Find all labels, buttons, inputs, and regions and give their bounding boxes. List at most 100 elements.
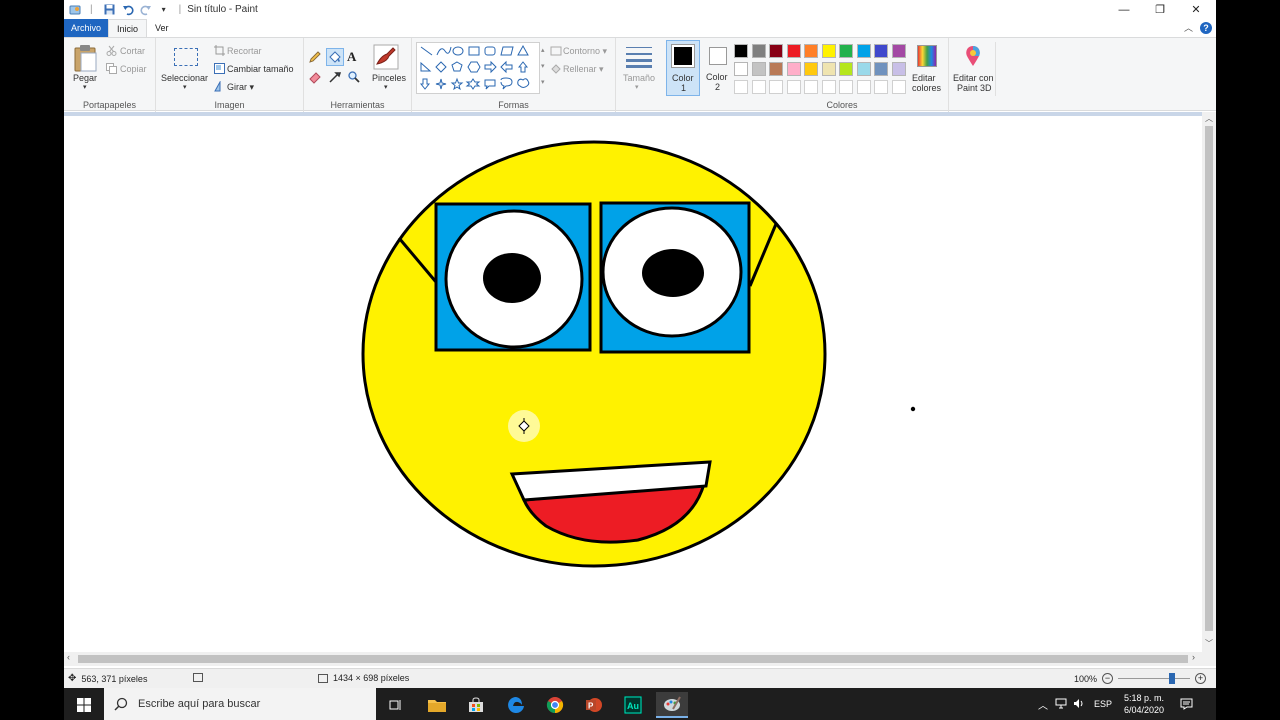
customize-quick-access-icon[interactable]: ▾ <box>157 3 171 17</box>
powerpoint-button[interactable]: P <box>578 692 610 718</box>
palette-swatch[interactable] <box>839 62 853 76</box>
palette-swatch[interactable] <box>856 44 871 58</box>
palette-swatch[interactable] <box>769 62 783 76</box>
chrome-button[interactable] <box>539 692 571 718</box>
notifications-icon[interactable] <box>1170 698 1202 710</box>
minimize-button[interactable]: — <box>1106 0 1142 19</box>
color-picker-icon[interactable] <box>328 70 342 84</box>
store-button[interactable] <box>460 692 492 718</box>
close-button[interactable]: ✕ <box>1178 0 1214 19</box>
custom-color-slot[interactable] <box>734 80 748 94</box>
custom-color-slot[interactable] <box>804 80 818 94</box>
scroll-right-icon[interactable]: › <box>1192 652 1195 662</box>
palette-swatch[interactable] <box>751 62 766 76</box>
size-button[interactable]: Tamaño ▾ <box>620 42 658 94</box>
scroll-left-icon[interactable]: ‹ <box>67 652 70 662</box>
palette-swatch[interactable] <box>874 44 888 58</box>
palette-swatch[interactable] <box>856 62 871 76</box>
palette-swatch[interactable] <box>769 44 783 58</box>
palette-swatch[interactable] <box>786 62 801 76</box>
language-indicator[interactable]: ESP <box>1088 699 1118 709</box>
select-button[interactable]: Seleccionar ▾ <box>160 42 210 94</box>
palette-swatch[interactable] <box>874 62 888 76</box>
fill-button[interactable]: Rellenar ▾ <box>563 64 604 75</box>
outline-button[interactable]: Contorno ▾ <box>563 46 607 57</box>
zoom-slider[interactable] <box>1118 673 1191 684</box>
audition-button[interactable]: Au <box>617 692 649 718</box>
vertical-scrollbar[interactable]: ︿ ﹀ <box>1202 112 1216 652</box>
edit-colors-button[interactable]: Editar colores <box>912 42 942 96</box>
crop-button[interactable]: Recortar <box>227 46 262 56</box>
custom-color-slot[interactable] <box>751 80 766 94</box>
zoom-in-icon[interactable]: + <box>1195 673 1207 684</box>
file-explorer-button[interactable] <box>421 692 453 718</box>
palette-swatch[interactable] <box>804 44 818 58</box>
palette-swatch[interactable] <box>839 44 853 58</box>
paste-button[interactable]: Pegar ▾ <box>70 42 102 94</box>
magnifier-icon[interactable] <box>347 70 361 84</box>
custom-color-slot[interactable] <box>891 80 906 94</box>
shapes-gallery[interactable] <box>416 42 540 94</box>
paste-dropdown-icon[interactable]: ▾ <box>83 83 87 91</box>
scroll-up-icon[interactable]: ︿ <box>1205 113 1213 124</box>
show-hidden-icons-icon[interactable]: ︿ <box>1034 697 1052 712</box>
edit-with-paint3d-button[interactable]: Editar con Paint 3D <box>950 42 996 96</box>
paint-taskbar-button[interactable] <box>656 692 688 718</box>
custom-color-slot[interactable] <box>839 80 853 94</box>
collapse-ribbon-icon[interactable]: ︿ <box>1184 21 1193 34</box>
cut-button[interactable]: Cortar <box>120 46 145 56</box>
fill-bucket-icon[interactable] <box>326 48 344 66</box>
brushes-dropdown-icon[interactable]: ▾ <box>384 83 388 91</box>
redo-icon[interactable] <box>139 3 153 17</box>
undo-icon[interactable] <box>121 3 135 17</box>
taskbar-search-box[interactable]: Escribe aquí para buscar <box>104 688 376 720</box>
resize-button[interactable]: Cambiar tamaño <box>227 64 294 74</box>
custom-color-slot[interactable] <box>786 80 801 94</box>
network-icon[interactable] <box>1052 698 1070 711</box>
vertical-scroll-thumb[interactable] <box>1205 126 1213 631</box>
horizontal-scrollbar[interactable]: ‹ › <box>64 652 1216 666</box>
custom-color-slot[interactable] <box>856 80 871 94</box>
custom-color-slot[interactable] <box>821 80 836 94</box>
palette-swatch[interactable] <box>786 44 801 58</box>
palette-swatch[interactable] <box>891 62 906 76</box>
clock[interactable]: 5:18 p. m. 6/04/2020 <box>1118 692 1170 716</box>
copy-button[interactable]: Copiar <box>120 64 147 74</box>
size-dropdown-icon[interactable]: ▾ <box>635 83 639 91</box>
start-button[interactable] <box>68 692 100 718</box>
tab-home[interactable]: Inicio <box>108 19 148 37</box>
color1-button[interactable]: Color 1 <box>666 40 700 96</box>
custom-color-slot[interactable] <box>769 80 783 94</box>
edge-button[interactable] <box>500 692 532 718</box>
drawing-canvas[interactable] <box>64 116 1202 652</box>
palette-swatch[interactable] <box>734 44 748 58</box>
palette-swatch[interactable] <box>821 62 836 76</box>
brushes-button[interactable]: Pinceles ▾ <box>366 42 406 94</box>
palette-swatch[interactable] <box>891 44 906 58</box>
text-tool-icon[interactable]: A <box>347 49 361 64</box>
palette-swatch[interactable] <box>734 62 748 76</box>
zoom-slider-thumb[interactable] <box>1169 673 1176 684</box>
color2-button[interactable]: Color 2 <box>702 40 736 96</box>
maximize-button[interactable]: ❐ <box>1142 0 1178 19</box>
palette-swatch[interactable] <box>804 62 818 76</box>
scroll-down-icon[interactable]: ﹀ <box>1205 638 1213 649</box>
zoom-out-icon[interactable]: − <box>1102 673 1114 684</box>
help-icon[interactable]: ? <box>1200 22 1212 34</box>
tab-view[interactable]: Ver <box>147 19 177 37</box>
eraser-icon[interactable] <box>308 70 322 84</box>
palette-swatch[interactable] <box>751 44 766 58</box>
horizontal-scroll-thumb[interactable] <box>78 655 1188 663</box>
shapes-scroll-icon[interactable]: ▴ ▾ ▾ <box>541 43 545 91</box>
color2-label: Color <box>706 72 728 82</box>
tab-file[interactable]: Archivo <box>64 19 109 37</box>
canvas-workspace[interactable] <box>64 112 1216 656</box>
rotate-button[interactable]: Girar ▾ <box>227 82 254 93</box>
save-icon[interactable] <box>103 3 117 17</box>
select-dropdown-icon[interactable]: ▾ <box>183 83 187 91</box>
volume-icon[interactable] <box>1070 698 1088 711</box>
custom-color-slot[interactable] <box>874 80 888 94</box>
pencil-icon[interactable] <box>308 50 322 64</box>
palette-swatch[interactable] <box>821 44 836 58</box>
task-view-button[interactable] <box>380 692 412 718</box>
